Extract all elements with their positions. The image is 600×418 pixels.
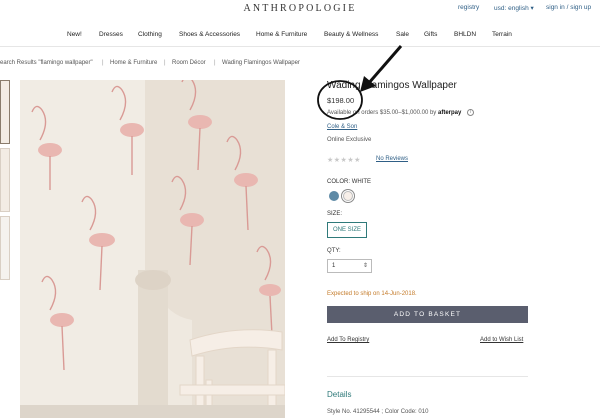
color-label: COLOR: WHITE — [327, 179, 371, 185]
qty-label: QTY: — [327, 248, 341, 254]
info-icon[interactable]: i — [467, 109, 474, 116]
nav-item-new[interactable]: New! — [67, 31, 82, 38]
size-option-button[interactable]: ONE SIZE — [327, 222, 367, 238]
thumbnail-image[interactable] — [0, 216, 10, 280]
star-rating: ★★★★★ — [327, 157, 361, 164]
main-nav: New! Dresses Clothing Shoes & Accessorie… — [0, 31, 600, 43]
product-image[interactable] — [20, 80, 285, 418]
nav-item-clothing[interactable]: Clothing — [138, 31, 162, 38]
breadcrumb-search-results[interactable]: earch Results "flamingo wallpaper" — [0, 60, 93, 66]
nav-item-dresses[interactable]: Dresses — [99, 31, 123, 38]
breadcrumb-home-furniture[interactable]: Home & Furniture — [110, 60, 157, 66]
thumbnail-image[interactable] — [0, 148, 10, 212]
afterpay-logo: afterpay — [437, 110, 462, 117]
nav-item-shoes-accessories[interactable]: Shoes & Accessories — [179, 31, 240, 38]
nav-item-beauty-wellness[interactable]: Beauty & Wellness — [324, 31, 378, 38]
color-label-text: COLOR: — [327, 179, 351, 185]
brand-link[interactable]: Cole & Son — [327, 124, 357, 130]
product-price: $198.00 — [327, 96, 355, 105]
currency-selector[interactable]: usd: english ▾ — [494, 4, 534, 12]
style-number: Style No. 41295544 ; Color Code: 010 — [327, 409, 429, 415]
quantity-value: 1 — [332, 263, 336, 269]
details-heading[interactable]: Details — [327, 390, 351, 399]
color-swatch-white[interactable] — [343, 191, 353, 201]
add-to-basket-button[interactable]: ADD TO BASKET — [327, 306, 528, 323]
afterpay-text: Available on orders $35.00–$1,000.00 by — [327, 110, 437, 117]
sign-in-link[interactable]: sign in / sign up — [546, 4, 591, 11]
nav-item-gifts[interactable]: Gifts — [424, 31, 437, 38]
add-to-wishlist-link[interactable]: Add to Wish List — [480, 337, 523, 343]
breadcrumb-separator: | — [214, 60, 216, 66]
chevron-down-icon: ⇕ — [362, 263, 368, 269]
color-swatch-blue[interactable] — [329, 191, 339, 201]
afterpay-info: Available on orders $35.00–$1,000.00 by … — [327, 109, 474, 116]
reviews-link[interactable]: No Reviews — [376, 156, 408, 162]
thumbnail-image[interactable] — [0, 80, 10, 144]
thumbnail-strip — [0, 80, 10, 280]
nav-item-bhldn[interactable]: BHLDN — [454, 31, 476, 38]
flamingo-wallpaper-illustration — [20, 80, 285, 418]
breadcrumb-room-decor[interactable]: Room Décor — [172, 60, 206, 66]
header: ANTHROPOLOGIE registry usd: english ▾ si… — [0, 0, 600, 20]
nav-item-terrain[interactable]: Terrain — [492, 31, 512, 38]
nav-item-home-furniture[interactable]: Home & Furniture — [256, 31, 307, 38]
breadcrumb-separator: | — [164, 60, 166, 66]
size-label: SIZE: — [327, 211, 343, 217]
breadcrumb: earch Results "flamingo wallpaper" | Hom… — [0, 60, 600, 70]
product-title: Wading Flamingos Wallpaper — [327, 80, 457, 91]
breadcrumb-current: Wading Flamingos Wallpaper — [222, 60, 300, 66]
nav-item-sale[interactable]: Sale — [396, 31, 409, 38]
add-to-registry-link[interactable]: Add To Registry — [327, 337, 369, 343]
ship-date-text: Expected to ship on 14-Jun-2018. — [327, 291, 417, 297]
online-exclusive-label: Online Exclusive — [327, 137, 372, 143]
registry-link[interactable]: registry — [458, 4, 479, 11]
header-divider — [0, 46, 600, 47]
details-divider — [327, 376, 528, 377]
quantity-select[interactable]: 1 ⇕ — [327, 259, 372, 273]
color-value: WHITE — [351, 179, 372, 185]
breadcrumb-separator: | — [102, 60, 104, 66]
